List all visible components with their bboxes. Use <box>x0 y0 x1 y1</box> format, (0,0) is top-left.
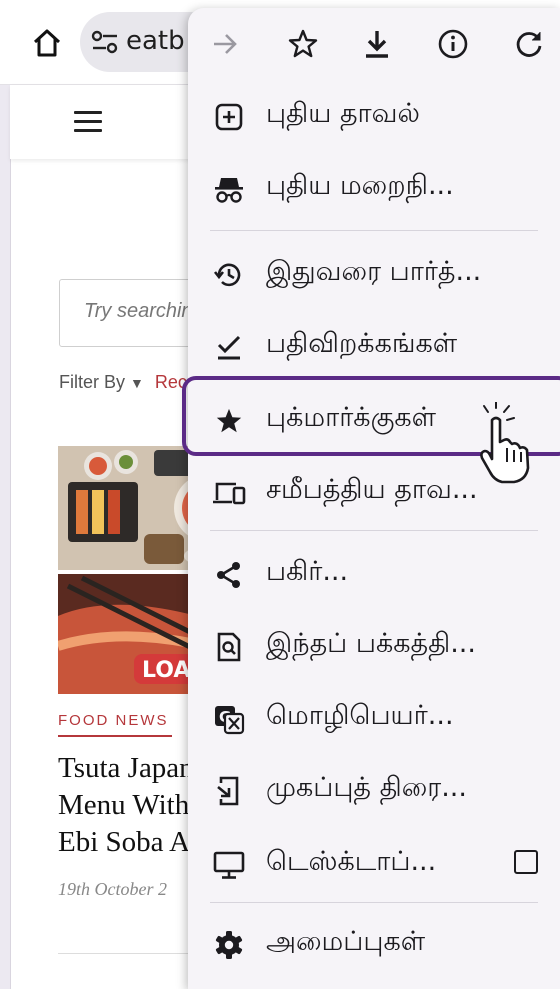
find-in-page-icon <box>212 630 246 664</box>
menu-item-translate[interactable]: G மொழிபெயர்... <box>188 688 560 750</box>
settings-gear-icon <box>212 928 246 962</box>
share-icon <box>212 558 246 592</box>
menu-item-downloads[interactable]: பதிவிறக்கங்கள் <box>188 316 560 378</box>
download-icon[interactable] <box>358 25 396 63</box>
menu-item-label: இதுவரை பார்த்... <box>266 256 482 287</box>
menu-item-new-tab[interactable]: புதிய தாவல் <box>188 86 560 148</box>
forward-icon[interactable] <box>206 25 244 63</box>
browser-overflow-menu: புதிய தாவல் புதிய மறைநி... இதுவரை பார்த்… <box>188 8 560 989</box>
menu-divider <box>210 902 538 903</box>
menu-item-label: இந்தப் பக்கத்தி... <box>266 628 476 659</box>
menu-item-label: புக்மார்க்குகள் <box>266 402 437 433</box>
menu-item-label: முகப்புத் திரை... <box>266 772 467 803</box>
home-icon[interactable] <box>30 26 64 60</box>
menu-divider <box>210 230 538 231</box>
bookmark-star-icon[interactable] <box>284 25 322 63</box>
new-tab-icon <box>212 100 246 134</box>
menu-divider <box>210 530 538 531</box>
hand-pointer-cursor-icon <box>474 401 534 486</box>
menu-item-label: டெஸ்க்டாப்... <box>266 846 437 877</box>
menu-item-label: சமீபத்திய தாவ... <box>266 474 478 505</box>
menu-item-settings[interactable]: அமைப்புகள் <box>188 914 560 976</box>
thumbnail-badge: LOA <box>142 658 190 683</box>
menu-toolbar <box>188 8 560 80</box>
desktop-site-checkbox[interactable] <box>514 850 538 874</box>
menu-item-label: பதிவிறக்கங்கள் <box>266 328 458 359</box>
info-icon[interactable] <box>434 25 472 63</box>
translate-icon: G <box>212 702 246 736</box>
menu-item-desktop-site[interactable]: டெஸ்க்டாப்... <box>188 834 560 896</box>
filter-label: Filter By <box>59 372 126 392</box>
tune-icon[interactable] <box>90 28 120 56</box>
menu-item-label: பகிர்... <box>266 556 349 587</box>
menu-item-history[interactable]: இதுவரை பார்த்... <box>188 244 560 306</box>
url-text[interactable]: eatbook.sg <box>126 26 186 56</box>
recent-tabs-icon <box>212 476 246 510</box>
menu-item-new-incognito-tab[interactable]: புதிய மறைநி... <box>188 158 560 220</box>
refresh-icon[interactable] <box>510 25 548 63</box>
menu-item-share[interactable]: பகிர்... <box>188 544 560 606</box>
article-category[interactable]: FOOD NEWS <box>58 712 169 729</box>
desktop-site-icon <box>212 848 246 882</box>
category-underline <box>58 735 172 737</box>
caret-down-icon: ▼ <box>130 375 144 391</box>
history-icon <box>212 258 246 292</box>
menu-item-find-in-page[interactable]: இந்தப் பக்கத்தி... <box>188 616 560 678</box>
menu-item-add-to-home-screen[interactable]: முகப்புத் திரை... <box>188 760 560 822</box>
hamburger-menu-icon[interactable] <box>74 111 102 132</box>
incognito-icon <box>212 172 246 206</box>
menu-item-label: மொழிபெயர்... <box>266 700 454 731</box>
downloads-check-icon <box>212 330 246 364</box>
add-to-home-screen-icon <box>212 774 246 808</box>
menu-item-label: அமைப்புகள் <box>266 926 426 957</box>
bookmarks-star-icon <box>212 404 246 438</box>
search-placeholder: Try searching <box>84 300 204 322</box>
menu-item-label: புதிய மறைநி... <box>266 170 454 201</box>
menu-item-label: புதிய தாவல் <box>266 98 420 129</box>
article-date: 19th October 2 <box>58 879 167 899</box>
